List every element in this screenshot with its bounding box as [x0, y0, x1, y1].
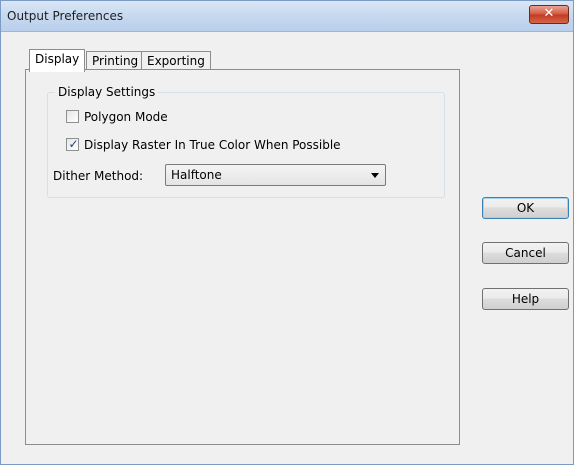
tab-exporting[interactable]: Exporting [141, 51, 211, 71]
display-tab-panel: Display Settings Polygon Mode ✓ Display … [25, 69, 460, 445]
title-bar[interactable]: Output Preferences ✕ [1, 1, 573, 32]
tab-printing-label: Printing [92, 54, 139, 68]
display-settings-group: Display Settings Polygon Mode ✓ Display … [47, 85, 445, 198]
tab-printing[interactable]: Printing [86, 51, 145, 71]
chevron-down-icon [371, 173, 379, 178]
tab-display-label: Display [35, 52, 80, 66]
ok-button[interactable]: OK [482, 197, 569, 219]
cancel-button[interactable]: Cancel [482, 242, 569, 264]
output-preferences-dialog: Output Preferences ✕ Display Printing Ex… [0, 0, 574, 465]
polygon-mode-checkbox[interactable] [66, 110, 79, 123]
dither-method-label: Dither Method: [53, 169, 144, 183]
true-color-label: Display Raster In True Color When Possib… [84, 138, 341, 152]
true-color-checkbox[interactable]: ✓ [66, 137, 79, 151]
close-icon: ✕ [543, 6, 555, 21]
window-title: Output Preferences [7, 9, 124, 23]
close-button[interactable]: ✕ [529, 5, 569, 24]
dither-method-select[interactable]: Halftone [165, 164, 386, 186]
display-settings-label: Display Settings [55, 85, 159, 99]
check-icon: ✓ [68, 137, 79, 151]
tab-display[interactable]: Display [29, 49, 86, 72]
tab-exporting-label: Exporting [147, 54, 205, 68]
dither-method-value: Halftone [171, 168, 222, 182]
help-button[interactable]: Help [482, 288, 569, 310]
polygon-mode-label: Polygon Mode [84, 110, 168, 124]
